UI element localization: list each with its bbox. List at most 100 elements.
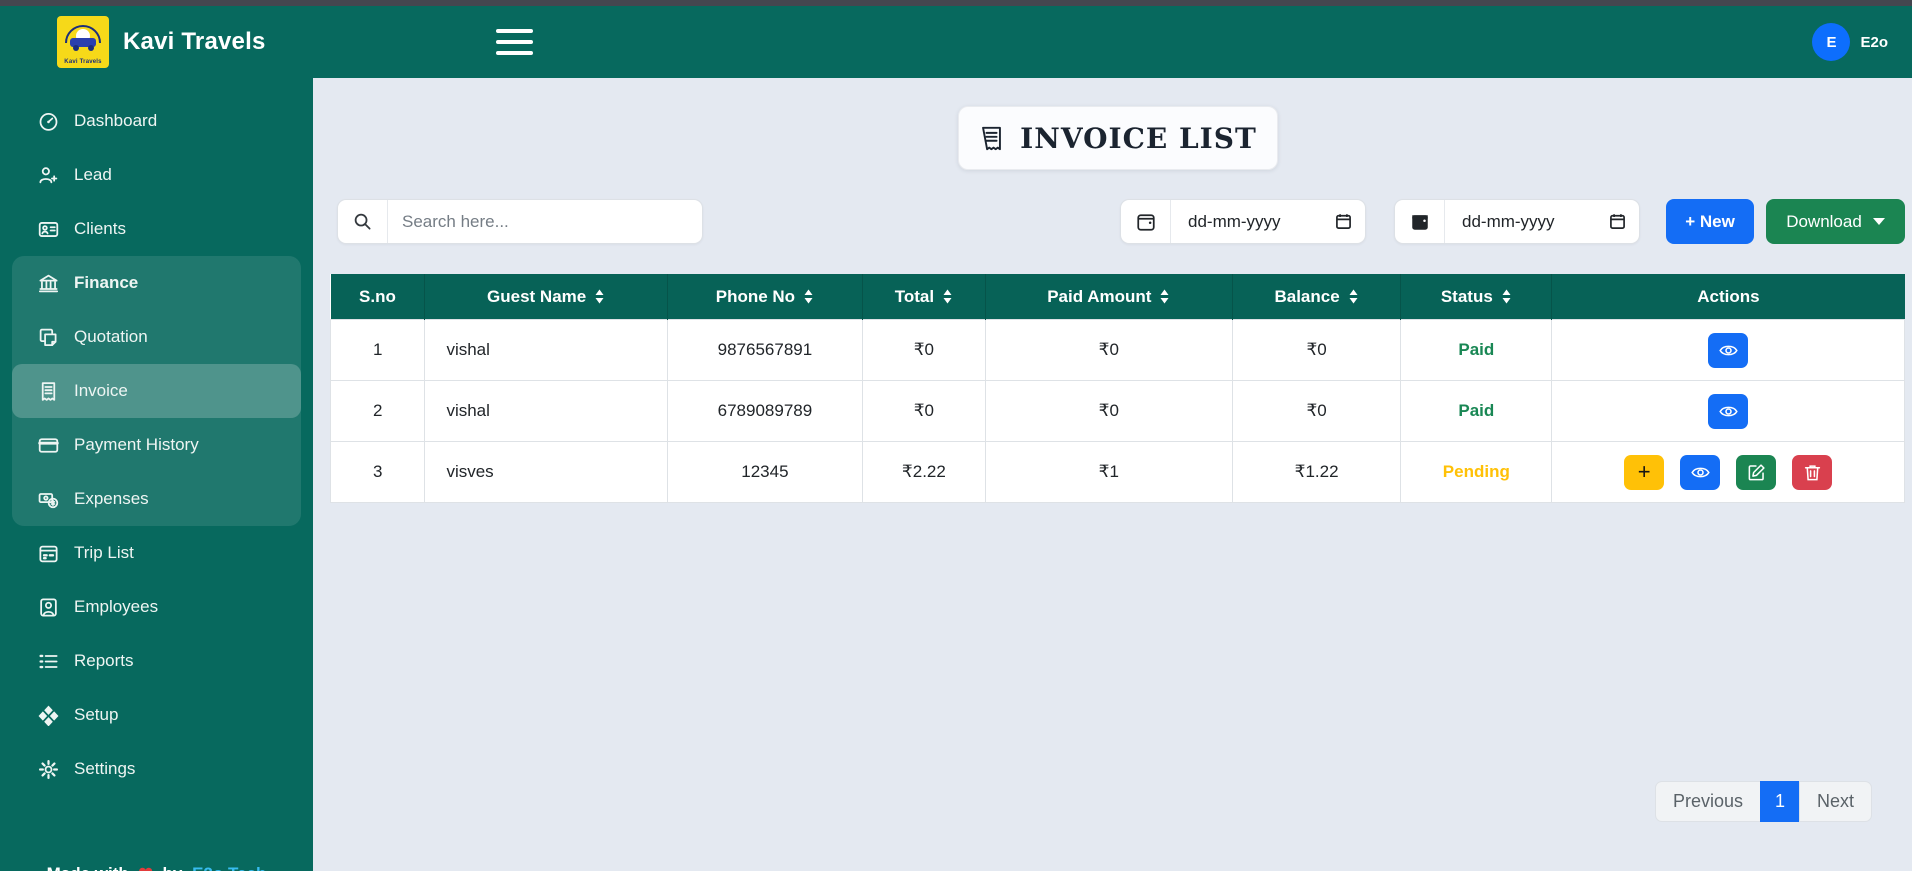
- page-title-card: INVOICE LIST: [958, 106, 1278, 170]
- chevron-right-icon: [271, 707, 287, 723]
- eye-icon: [1719, 402, 1738, 421]
- table-row: 1vishal9876567891₹0₹0₹0Paid: [331, 320, 1905, 381]
- search-icon: [338, 200, 388, 243]
- new-button[interactable]: + New: [1666, 199, 1754, 244]
- sort-icon[interactable]: [803, 289, 814, 304]
- paid-amount-cell: ₹1: [985, 442, 1232, 503]
- user-name[interactable]: E2o: [1860, 34, 1888, 51]
- app-header: Kavi Travels Kavi Travels E E2o: [0, 6, 1912, 78]
- column-label: S.no: [359, 287, 396, 307]
- column-header-paid-amount[interactable]: Paid Amount: [985, 274, 1232, 320]
- footer-brand-link[interactable]: E2o Tech: [192, 864, 266, 871]
- pagination: Previous 1 Next: [330, 781, 1872, 822]
- serial-cell: 3: [331, 442, 425, 503]
- person-plus-icon: [38, 165, 59, 186]
- actions-cell: [1552, 320, 1905, 381]
- sidebar-item-clients[interactable]: Clients: [0, 202, 313, 256]
- invoice-table: S.no Guest Name Phone No Total Paid Amount Ba…: [330, 274, 1905, 503]
- eye-icon: [1691, 463, 1710, 482]
- balance-cell: ₹1.22: [1232, 442, 1400, 503]
- credit-card-icon: [38, 435, 59, 456]
- sidebar-item-label: Invoice: [74, 381, 128, 401]
- sidebar-item-label: Trip List: [74, 543, 134, 563]
- date-from-group: dd-mm-yyyy: [1120, 199, 1366, 244]
- balance-cell: ₹0: [1232, 381, 1400, 442]
- sort-icon[interactable]: [1501, 289, 1512, 304]
- delete-button[interactable]: [1792, 455, 1832, 490]
- table-header-row: S.no Guest Name Phone No Total Paid Amount Ba…: [331, 274, 1905, 320]
- date-to-input[interactable]: dd-mm-yyyy: [1445, 200, 1639, 243]
- paid-amount-cell: ₹0: [985, 320, 1232, 381]
- sidebar-item-dashboard[interactable]: Dashboard: [0, 94, 313, 148]
- add-payment-button[interactable]: +: [1624, 455, 1664, 490]
- user-avatar[interactable]: E: [1812, 23, 1850, 61]
- sort-icon[interactable]: [1159, 289, 1170, 304]
- sort-icon[interactable]: [1348, 289, 1359, 304]
- trip-calendar-icon: [38, 543, 59, 564]
- pagination-previous[interactable]: Previous: [1655, 781, 1761, 822]
- sidebar-item-settings[interactable]: Settings: [0, 742, 313, 796]
- sort-icon[interactable]: [942, 289, 953, 304]
- gear-icon: [38, 759, 59, 780]
- sidebar-item-employees[interactable]: Employees: [0, 580, 313, 634]
- view-button[interactable]: [1708, 333, 1748, 368]
- column-header-total[interactable]: Total: [863, 274, 986, 320]
- pagination-page-1[interactable]: 1: [1760, 781, 1800, 822]
- column-label: Phone No: [716, 287, 795, 307]
- date-to-placeholder: dd-mm-yyyy: [1462, 212, 1555, 232]
- actions-cell: [1552, 381, 1905, 442]
- sidebar-item-invoice[interactable]: Invoice: [12, 364, 301, 418]
- sidebar-item-trip-list[interactable]: Trip List: [0, 526, 313, 580]
- main-content: INVOICE LIST dd-mm-yyyy: [313, 78, 1912, 871]
- sidebar-item-label: Employees: [74, 597, 158, 617]
- sidebar-item-label: Finance: [74, 273, 138, 293]
- sidebar-item-quotation[interactable]: Quotation: [12, 310, 301, 364]
- column-header-phone-no[interactable]: Phone No: [667, 274, 862, 320]
- actions-cell: +: [1552, 442, 1905, 503]
- search-box: [337, 199, 703, 244]
- column-header-status[interactable]: Status: [1401, 274, 1552, 320]
- person-badge-icon: [38, 597, 59, 618]
- search-input[interactable]: [388, 200, 702, 243]
- column-label: Balance: [1274, 287, 1339, 307]
- cash-coin-icon: [38, 489, 59, 510]
- pagination-next[interactable]: Next: [1799, 781, 1872, 822]
- footer-by: by: [162, 864, 182, 871]
- calendar-filled-icon: [1395, 200, 1445, 243]
- sidebar-item-label: Settings: [74, 759, 135, 779]
- trash-icon: [1803, 463, 1822, 482]
- column-header-guest-name[interactable]: Guest Name: [425, 274, 667, 320]
- date-picker-icon[interactable]: [1609, 213, 1626, 230]
- sidebar-item-setup[interactable]: Setup: [0, 688, 313, 742]
- menu-toggle-icon[interactable]: [496, 29, 533, 55]
- sidebar-item-payment-history[interactable]: Payment History: [12, 418, 301, 472]
- sidebar-item-finance[interactable]: Finance: [12, 256, 301, 310]
- date-picker-icon[interactable]: [1335, 213, 1352, 230]
- download-button[interactable]: Download: [1766, 199, 1905, 244]
- date-from-input[interactable]: dd-mm-yyyy: [1171, 200, 1365, 243]
- sidebar-item-label: Quotation: [74, 327, 148, 347]
- sidebar-item-expenses[interactable]: Expenses: [12, 472, 301, 526]
- view-button[interactable]: [1708, 394, 1748, 429]
- heart-icon: ❤: [139, 864, 153, 871]
- sidebar-item-label: Payment History: [74, 435, 199, 455]
- view-button[interactable]: [1680, 455, 1720, 490]
- page-title: INVOICE LIST: [1020, 122, 1257, 155]
- column-header-actions: Actions: [1552, 274, 1905, 320]
- download-label: Download: [1786, 212, 1862, 232]
- sort-icon[interactable]: [594, 289, 605, 304]
- edit-button[interactable]: [1736, 455, 1776, 490]
- sidebar-item-lead[interactable]: Lead: [0, 148, 313, 202]
- filter-row: dd-mm-yyyy dd-mm-yyyy + New Download: [330, 199, 1905, 244]
- paid-amount-cell: ₹0: [985, 381, 1232, 442]
- sidebar-item-label: Clients: [74, 219, 126, 239]
- column-header-s-no: S.no: [331, 274, 425, 320]
- column-label: Total: [895, 287, 934, 307]
- sidebar-item-reports[interactable]: Reports: [0, 634, 313, 688]
- gem-icon: [38, 705, 59, 726]
- sidebar-item-label: Expenses: [74, 489, 149, 509]
- phone-cell: 6789089789: [667, 381, 862, 442]
- column-header-balance[interactable]: Balance: [1232, 274, 1400, 320]
- brand-logo[interactable]: Kavi Travels: [57, 16, 109, 68]
- status-badge: Pending: [1401, 442, 1552, 503]
